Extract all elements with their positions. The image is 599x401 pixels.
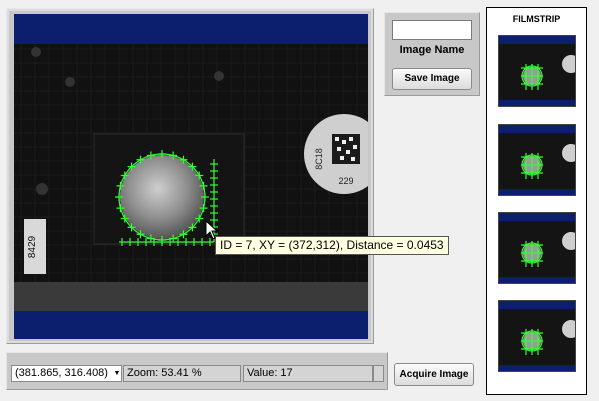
image-name-label: Image Name [399,44,465,56]
filmstrip-title: FILMSTRIP [512,14,561,24]
zoom-readout: Zoom: 53.41 % [123,365,241,382]
top-band [14,14,368,44]
filmstrip-thumbnail[interactable] [498,300,576,372]
acquired-image: 8429 8C18 229 [14,14,368,339]
svg-text:229: 229 [338,176,353,186]
dropdown-arrow-icon[interactable]: ▼ [112,365,122,382]
measurement-tooltip: ID = 7, XY = (372,312), Distance = 0.045… [215,236,449,255]
pixel-value-readout: Value: 17 [243,365,373,382]
status-bar-end [373,365,384,382]
filmstrip-thumbnail[interactable] [498,35,576,107]
image-display[interactable]: 8429 8C18 229 [14,14,368,339]
acquire-image-button[interactable]: Acquire Image [394,363,474,386]
coordinates-readout: (381.865, 316.408) [11,365,122,382]
svg-text:8429: 8429 [27,235,38,258]
bottom-band [14,311,368,339]
svg-text:8C18: 8C18 [314,148,324,170]
image-name-input[interactable] [392,20,472,40]
save-image-button[interactable]: Save Image [392,68,472,90]
filmstrip-thumbnail[interactable] [498,212,576,284]
inspected-disc [120,155,204,239]
arrow-cursor-icon [205,219,219,243]
filmstrip-thumbnail[interactable] [498,124,576,196]
